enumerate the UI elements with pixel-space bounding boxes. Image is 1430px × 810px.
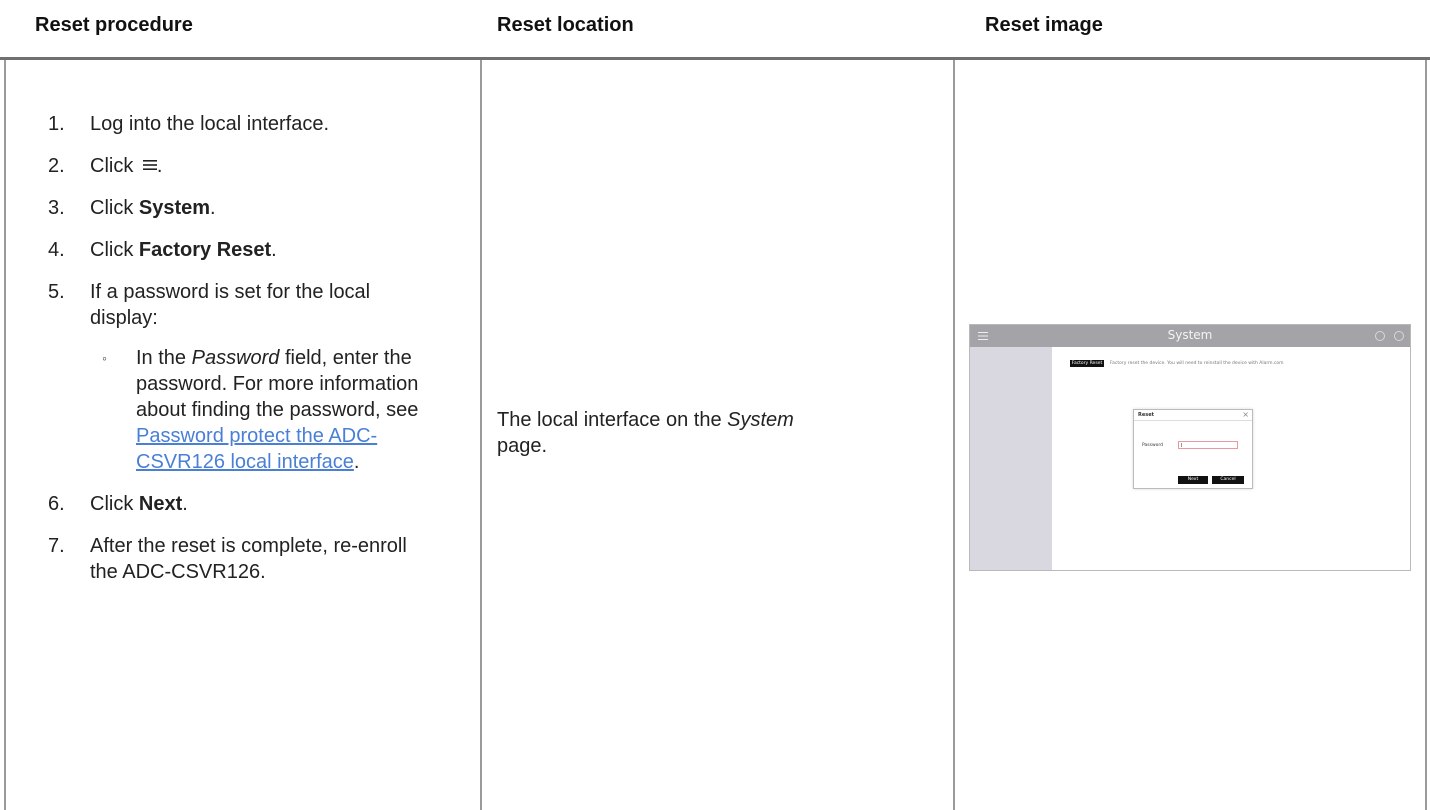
thumb-title: System	[1167, 328, 1213, 342]
sub-italic: Password	[191, 347, 280, 369]
sub-steps: ◦ In the Password field, enter the passw…	[90, 345, 428, 475]
bullet-icon: ◦	[102, 350, 107, 366]
menu-icon	[142, 159, 157, 170]
step-3: 3 Click System.	[48, 195, 428, 221]
step-prefix: Click	[90, 493, 139, 515]
step-5: 5 If a password is set for the local dis…	[48, 279, 428, 475]
thumb-dialog-title: Reset	[1138, 412, 1154, 418]
close-icon: ×	[1242, 410, 1249, 419]
column-divider	[953, 60, 955, 810]
thumb-next-button: Next	[1178, 476, 1208, 484]
step-prefix: Click	[90, 155, 139, 177]
step-prefix: Click	[90, 239, 139, 261]
thumb-dialog-divider	[1134, 420, 1252, 421]
step-7: 7 After the reset is complete, re-enroll…	[48, 533, 428, 585]
power-icon	[1394, 331, 1404, 341]
thumb-cancel-button: Cancel	[1212, 476, 1244, 484]
thumb-password-field	[1178, 441, 1238, 449]
location-post: page.	[497, 435, 548, 457]
step-bold: Factory Reset	[138, 239, 272, 261]
thumb-reset-dialog: Reset × Password Next Cancel	[1133, 409, 1253, 489]
step-2: 2 Click .	[48, 153, 428, 179]
step-number: 2	[48, 153, 65, 179]
procedure-steps: 1 Log into the local interface. 2 Click …	[48, 111, 428, 601]
step-bold: Next	[138, 493, 183, 515]
step-1: 1 Log into the local interface.	[48, 111, 428, 137]
step-number: 5	[48, 279, 65, 305]
step-number: 7	[48, 533, 65, 559]
location-pre: The local interface on the	[497, 409, 728, 431]
column-divider	[480, 60, 482, 810]
step-number: 3	[48, 195, 65, 221]
password-protect-link[interactable]: Password protect the ADC-CSVR126 local i…	[136, 425, 377, 473]
step-text: If a password is set for the local displ…	[90, 281, 371, 329]
step-4: 4 Click Factory Reset.	[48, 237, 428, 263]
header-image: Reset image	[985, 14, 1103, 36]
location-description: The local interface on the System page.	[497, 407, 797, 459]
thumb-factory-reset-button: Factory Reset	[1070, 360, 1104, 367]
reset-image-thumbnail: System Factory Reset Factory reset the d…	[969, 324, 1411, 571]
step-suffix: .	[210, 197, 216, 219]
thumb-title-bar: System	[970, 325, 1410, 347]
step-6: 6 Click Next.	[48, 491, 428, 517]
thumb-sidebar	[970, 347, 1052, 570]
step-prefix: Click	[90, 197, 139, 219]
step-number: 4	[48, 237, 65, 263]
step-text: Log into the local interface.	[90, 113, 330, 135]
step-suffix: .	[182, 493, 188, 515]
step-suffix: .	[156, 155, 163, 177]
sub-post: .	[353, 451, 360, 473]
sub-step: ◦ In the Password field, enter the passw…	[90, 345, 428, 475]
step-text: After the reset is complete, re-enroll t…	[90, 535, 407, 583]
thumb-factory-reset-text: Factory reset the device. You will need …	[1110, 361, 1284, 366]
location-italic: System	[727, 409, 794, 431]
step-bold: System	[138, 197, 211, 219]
home-icon	[1375, 331, 1385, 341]
thumb-password-label: Password	[1142, 443, 1164, 448]
step-suffix: .	[271, 239, 277, 261]
step-number: 1	[48, 111, 65, 137]
sub-pre: In the	[136, 347, 192, 369]
step-number: 6	[48, 491, 65, 517]
header-location: Reset location	[497, 14, 634, 36]
header-procedure: Reset procedure	[35, 14, 193, 36]
